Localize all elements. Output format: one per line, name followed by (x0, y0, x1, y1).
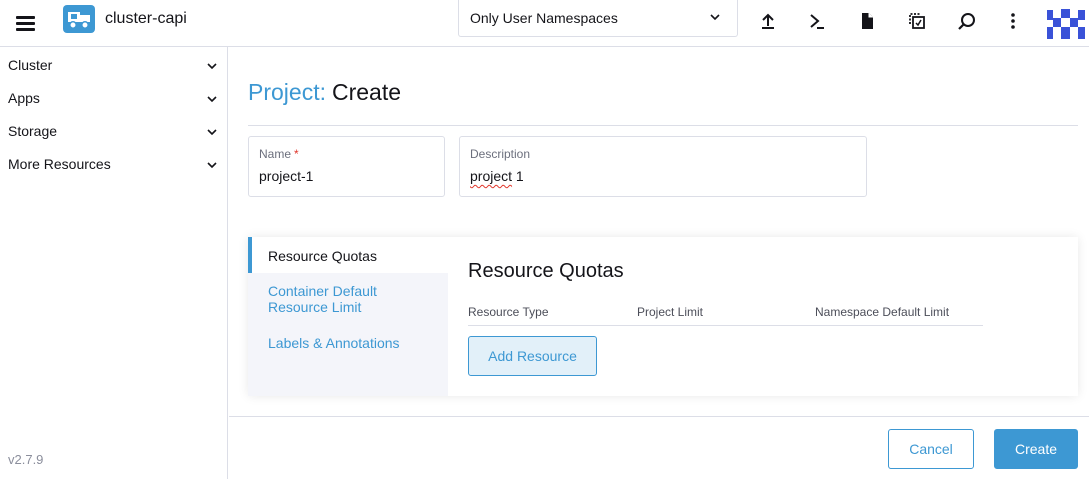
name-field[interactable]: Name * project-1 (248, 136, 445, 197)
form-footer: Cancel Create (229, 416, 1089, 479)
sidebar-item-label: Cluster (8, 57, 53, 73)
upload-icon[interactable] (755, 8, 781, 34)
sidebar-item-cluster[interactable]: Cluster (0, 48, 228, 81)
menu-icon[interactable] (14, 12, 38, 34)
column-header-resource-type: Resource Type (468, 305, 549, 319)
tab-labels-annotations[interactable]: Labels & Annotations (248, 325, 448, 361)
search-icon[interactable] (954, 8, 980, 34)
tab-label: Resource Quotas (268, 248, 377, 264)
description-input-value[interactable]: project 1 (470, 168, 524, 184)
create-button[interactable]: Create (994, 429, 1078, 469)
chevron-down-icon (206, 92, 218, 110)
sidebar-item-label: Apps (8, 90, 40, 106)
file-icon[interactable] (854, 8, 880, 34)
tab-label: Container Default Resource Limit (268, 283, 377, 315)
sidebar-item-label: More Resources (8, 156, 111, 172)
column-header-project-limit: Project Limit (637, 305, 704, 319)
required-mark: * (294, 147, 299, 161)
side-nav: Cluster Apps Storage More Resources v2.7… (0, 47, 228, 479)
chevron-down-icon (206, 125, 218, 143)
namespace-filter-select[interactable]: Only User Namespaces (458, 0, 738, 37)
page-title-action: Create (331, 79, 402, 105)
user-avatar[interactable] (1047, 5, 1085, 39)
chevron-down-icon (206, 158, 218, 176)
sidebar-item-apps[interactable]: Apps (0, 81, 228, 114)
namespace-filter-value: Only User Namespaces (470, 10, 618, 26)
cancel-button[interactable]: Cancel (888, 429, 974, 469)
title-divider (248, 125, 1078, 126)
add-resource-button[interactable]: Add Resource (468, 336, 597, 376)
terminal-icon[interactable] (804, 8, 830, 34)
description-field[interactable]: Description project 1 (459, 136, 867, 197)
cluster-name[interactable]: cluster-capi (105, 9, 187, 29)
project-settings-panel: Resource Quotas Container Default Resour… (248, 237, 1078, 396)
chevron-down-icon (709, 10, 721, 28)
name-input-value[interactable]: project-1 (259, 168, 313, 184)
sidebar-item-more-resources[interactable]: More Resources (0, 147, 228, 180)
sidebar-item-storage[interactable]: Storage (0, 114, 228, 147)
name-field-label: Name * (259, 147, 299, 161)
spellcheck-word: project (470, 168, 513, 184)
sidebar-item-label: Storage (8, 123, 58, 139)
chevron-down-icon (206, 59, 218, 77)
page-title-type: Project: (248, 79, 326, 105)
tab-label: Labels & Annotations (268, 335, 400, 351)
cluster-logo (63, 5, 95, 33)
tab-container-default-resource-limit[interactable]: Container Default Resource Limit (248, 273, 448, 325)
column-header-namespace-default-limit: Namespace Default Limit (815, 305, 950, 319)
description-field-label: Description (470, 147, 531, 161)
copy-config-icon[interactable] (904, 8, 930, 34)
table-header-divider (468, 325, 983, 326)
main-content: Project: Create Name * project-1 Descripti… (229, 47, 1089, 479)
top-header: cluster-capi Only User Namespaces (0, 0, 1089, 47)
app-version: v2.7.9 (8, 452, 44, 467)
more-vertical-icon[interactable] (1000, 8, 1026, 34)
resource-quotas-title: Resource Quotas (468, 260, 624, 282)
page-title: Project: Create (248, 78, 401, 106)
tab-list: Resource Quotas Container Default Resour… (248, 237, 448, 396)
tab-resource-quotas[interactable]: Resource Quotas (248, 237, 448, 273)
